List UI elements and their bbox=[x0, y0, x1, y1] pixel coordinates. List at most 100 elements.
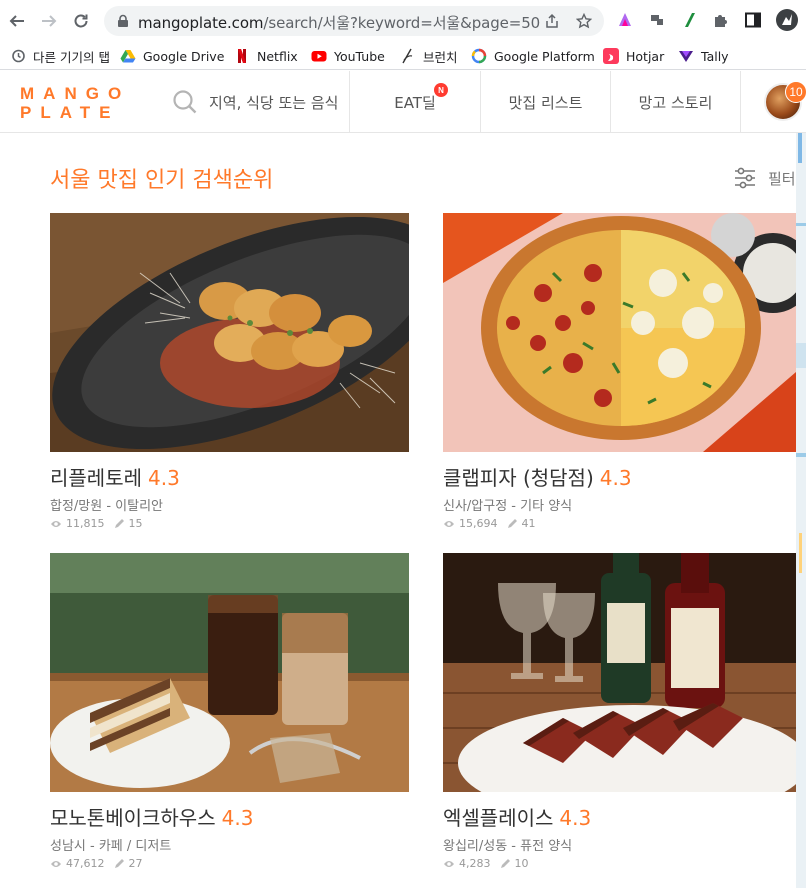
map-road bbox=[796, 343, 806, 368]
map-panel[interactable] bbox=[796, 133, 806, 888]
restaurant-name: 모노톤베이크하우스 bbox=[50, 806, 216, 830]
restaurant-name: 리플레토레 bbox=[50, 466, 142, 490]
map-road bbox=[798, 133, 802, 163]
side-panel-icon[interactable] bbox=[744, 11, 762, 29]
filter-button[interactable]: 필터 bbox=[732, 164, 796, 192]
bookmark-item-brunch[interactable]: 브런치 bbox=[400, 47, 458, 65]
bookmark-label: Google Drive bbox=[143, 48, 225, 64]
nav-eat-deal[interactable]: EAT딜 N bbox=[349, 71, 480, 133]
bookmark-label: Google Platform bbox=[494, 48, 595, 64]
brunch-icon bbox=[402, 48, 413, 64]
restaurant-stats: 11,815 15 bbox=[50, 517, 143, 530]
restaurant-photo[interactable] bbox=[443, 553, 796, 792]
url-text: mangoplate.com/search/서울?keyword=서울&page… bbox=[138, 12, 540, 33]
restaurant-name: 엑셀플레이스 bbox=[443, 806, 554, 830]
site-header: MANGO PLATE 지역, 식당 또는 음식 EAT딜 N 맛집 리스트 망… bbox=[0, 71, 806, 133]
nav-restaurant-list[interactable]: 맛집 리스트 bbox=[480, 71, 610, 133]
bookmark-label: 브런치 bbox=[423, 49, 458, 65]
filter-sliders-icon bbox=[735, 167, 755, 189]
bookmark-star-icon[interactable] bbox=[576, 13, 592, 29]
restaurant-title[interactable]: 리플레토레 4.3 bbox=[50, 462, 180, 491]
restaurant-score: 4.3 bbox=[599, 466, 632, 490]
logo-line-2: PLATE bbox=[20, 103, 120, 122]
restaurant-stats: 15,694 41 bbox=[443, 517, 536, 530]
back-button[interactable] bbox=[4, 8, 30, 34]
restaurant-meta: 합정/망원 - 이탈리안 bbox=[50, 499, 164, 514]
nav-label: 맛집 리스트 bbox=[508, 93, 583, 112]
extension-slash-icon[interactable] bbox=[680, 11, 698, 29]
bookmark-label: 다른 기기의 탭 bbox=[33, 49, 110, 65]
nav-label: EAT딜 bbox=[394, 93, 436, 112]
notification-badge: 10 bbox=[785, 81, 806, 103]
map-road bbox=[799, 533, 802, 573]
restaurant-photo[interactable] bbox=[50, 213, 409, 452]
map-road bbox=[796, 453, 806, 457]
address-bar[interactable]: mangoplate.com/search/서울?keyword=서울&page… bbox=[104, 6, 604, 36]
bookmark-item-hotjar[interactable]: Hotjar bbox=[603, 47, 664, 65]
reload-button[interactable] bbox=[68, 8, 94, 34]
filter-label: 필터 bbox=[768, 169, 796, 188]
tally-icon bbox=[679, 51, 693, 62]
forward-arrow-icon bbox=[42, 15, 57, 27]
pencil-icon bbox=[114, 858, 124, 868]
review-count: 15 bbox=[128, 517, 143, 530]
profile-icon[interactable] bbox=[776, 9, 798, 31]
restaurant-title[interactable]: 엑셀플레이스 4.3 bbox=[443, 802, 591, 831]
nav-mango-story[interactable]: 망고 스토리 bbox=[610, 71, 740, 133]
bookmark-item-youtube[interactable]: YouTube bbox=[311, 47, 385, 65]
bookmark-label: Netflix bbox=[257, 48, 298, 64]
extension-gradient-icon[interactable] bbox=[616, 11, 634, 29]
restaurant-meta: 왕십리/성동 - 퓨전 양식 bbox=[443, 839, 573, 854]
page-title: 서울 맛집 인기 검색순위 bbox=[50, 168, 274, 193]
netflix-icon bbox=[238, 49, 246, 63]
history-icon bbox=[12, 49, 25, 63]
search-icon bbox=[173, 90, 197, 114]
review-count: 27 bbox=[128, 857, 143, 870]
restaurant-photo[interactable] bbox=[50, 553, 409, 792]
view-count: 4,283 bbox=[459, 857, 491, 870]
eye-icon bbox=[51, 860, 61, 867]
bookmark-item-google-drive[interactable]: Google Drive bbox=[120, 47, 224, 65]
search-placeholder: 지역, 식당 또는 음식 bbox=[209, 93, 339, 112]
google-platform-icon bbox=[471, 48, 487, 64]
view-count: 15,694 bbox=[459, 517, 498, 530]
user-menu[interactable]: 10 bbox=[740, 71, 806, 133]
restaurant-title[interactable]: 모노톤베이크하우스 4.3 bbox=[50, 802, 253, 831]
extension-block-icon[interactable] bbox=[648, 11, 666, 29]
url-path: /search/서울?keyword=서울&page=50 bbox=[263, 14, 541, 32]
bookmark-item-google-platform[interactable]: Google Platform bbox=[471, 47, 595, 65]
google-drive-icon bbox=[120, 50, 136, 63]
back-arrow-icon bbox=[9, 15, 24, 27]
restaurant-score: 4.3 bbox=[148, 466, 180, 490]
lock-icon bbox=[118, 14, 128, 27]
pencil-icon bbox=[500, 858, 510, 868]
map-road bbox=[796, 223, 806, 226]
forward-button[interactable] bbox=[36, 8, 62, 34]
hotjar-icon bbox=[603, 48, 619, 64]
bookmark-item-netflix[interactable]: Netflix bbox=[234, 47, 298, 65]
restaurant-score: 4.3 bbox=[221, 806, 254, 830]
youtube-icon bbox=[311, 51, 327, 62]
bookmark-label: Hotjar bbox=[626, 48, 665, 64]
review-count: 41 bbox=[521, 517, 536, 530]
restaurant-title[interactable]: 클랩피자 (청담점) 4.3 bbox=[443, 462, 632, 491]
logo-line-1: MANGO bbox=[20, 84, 131, 103]
extensions-puzzle-icon[interactable] bbox=[712, 11, 730, 29]
bookmark-item-other-devices[interactable]: 다른 기기의 탭 bbox=[10, 47, 110, 65]
pencil-icon bbox=[114, 518, 124, 528]
search-input[interactable]: 지역, 식당 또는 음식 bbox=[172, 71, 350, 133]
view-count: 11,815 bbox=[66, 517, 105, 530]
share-icon[interactable] bbox=[544, 13, 560, 29]
review-count: 10 bbox=[514, 857, 529, 870]
restaurant-score: 4.3 bbox=[559, 806, 592, 830]
new-badge: N bbox=[434, 83, 448, 97]
restaurant-meta: 신사/압구정 - 기타 양식 bbox=[443, 499, 573, 514]
eye-icon bbox=[51, 520, 61, 527]
bookmark-item-tally[interactable]: Tally bbox=[678, 47, 729, 65]
bookmarks-bar: 다른 기기의 탭 Google Drive Netflix YouTube 브런… bbox=[0, 42, 806, 70]
restaurant-photo[interactable] bbox=[443, 213, 796, 452]
mangoplate-logo[interactable]: MANGO PLATE bbox=[20, 85, 124, 121]
eye-icon bbox=[444, 520, 454, 527]
url-host: mangoplate.com bbox=[138, 14, 264, 32]
eye-icon bbox=[444, 860, 454, 867]
